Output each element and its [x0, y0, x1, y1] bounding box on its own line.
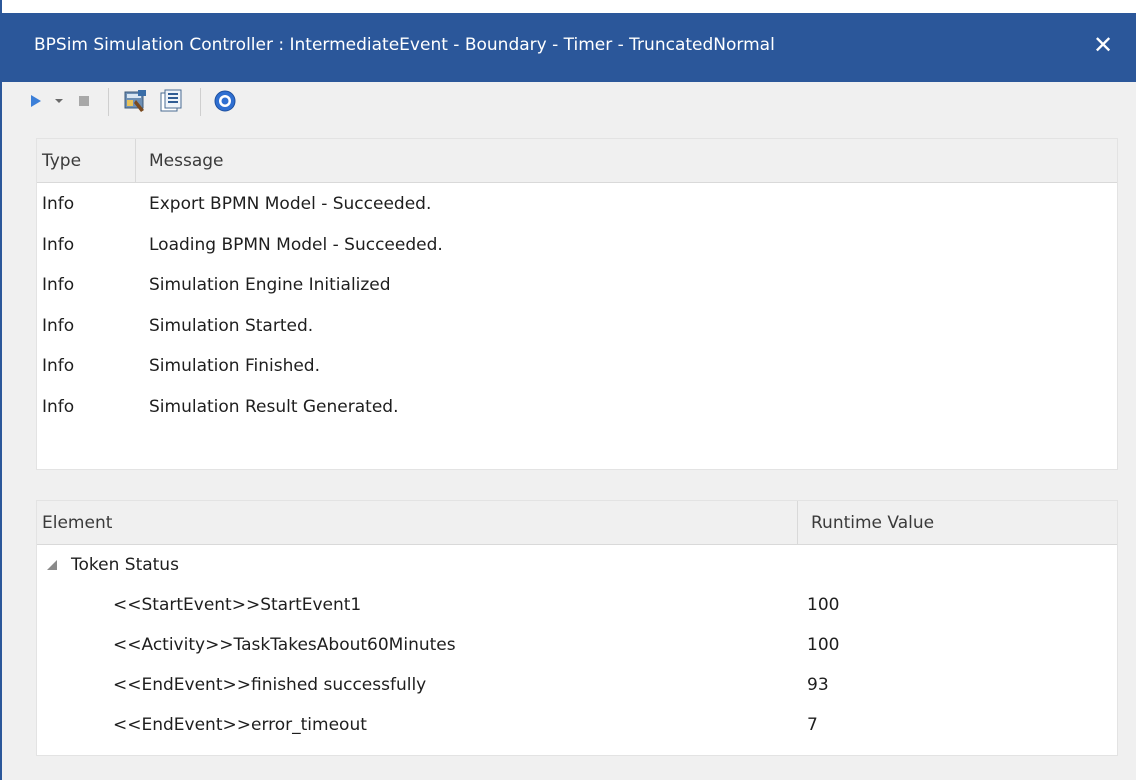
results-tree: Token Status <<StartEvent>>StartEvent1 1…: [37, 545, 1117, 745]
table-row[interactable]: <<StartEvent>>StartEvent1 100: [37, 585, 1117, 625]
element-name: <<Activity>>TaskTakesAbout60Minutes: [113, 635, 456, 655]
group-label: Token Status: [71, 555, 179, 575]
toolbar-separator: [108, 88, 109, 116]
messages-list: Info Export BPMN Model - Succeeded. Info…: [37, 183, 1117, 427]
column-header-runtime-value[interactable]: Runtime Value: [811, 501, 934, 545]
list-item[interactable]: Info Simulation Finished.: [37, 346, 1117, 387]
play-icon[interactable]: [24, 86, 48, 116]
column-header-type[interactable]: Type: [42, 139, 81, 183]
column-divider[interactable]: [135, 139, 136, 183]
stop-icon[interactable]: [72, 86, 96, 116]
message-type: Info: [42, 275, 75, 295]
element-name: <<StartEvent>>StartEvent1: [113, 595, 362, 615]
runtime-value: 93: [807, 675, 829, 695]
column-header-message[interactable]: Message: [149, 139, 224, 183]
runtime-value: 7: [807, 715, 818, 735]
runtime-value: 100: [807, 595, 840, 615]
chevron-down-icon[interactable]: [50, 86, 68, 116]
element-name: <<EndEvent>>finished successfully: [113, 675, 427, 695]
message-type: Info: [42, 315, 75, 336]
table-row[interactable]: <<Activity>>TaskTakesAbout60Minutes 100: [37, 625, 1117, 665]
message-type: Info: [42, 234, 75, 255]
message-text: Simulation Finished.: [149, 356, 321, 376]
list-item[interactable]: Info Simulation Engine Initialized: [37, 265, 1117, 306]
close-icon[interactable]: ✕: [1088, 30, 1118, 60]
column-divider[interactable]: [797, 501, 798, 545]
window-title: BPSim Simulation Controller : Intermedia…: [34, 35, 775, 55]
tree-group-token-status[interactable]: Token Status: [37, 545, 1117, 585]
message-type: Info: [42, 396, 75, 417]
results-icon[interactable]: [156, 86, 186, 116]
element-name: <<EndEvent>>error_timeout: [113, 715, 367, 735]
expanded-triangle-icon[interactable]: [47, 560, 57, 570]
table-row[interactable]: <<EndEvent>>error_timeout 7: [37, 705, 1117, 745]
list-item[interactable]: Info Loading BPMN Model - Succeeded.: [37, 225, 1117, 266]
messages-panel: Type Message Info Export BPMN Model - Su…: [36, 138, 1118, 470]
table-row[interactable]: <<EndEvent>>finished successfully 93: [37, 665, 1117, 705]
message-text: Loading BPMN Model - Succeeded.: [149, 234, 443, 255]
simulation-controller-window: BPSim Simulation Controller : Intermedia…: [0, 0, 1136, 780]
list-item[interactable]: Info Simulation Result Generated.: [37, 387, 1117, 428]
toolbar: [4, 82, 1136, 122]
help-icon[interactable]: [210, 86, 240, 116]
message-text: Simulation Result Generated.: [149, 396, 399, 417]
title-bar[interactable]: BPSim Simulation Controller : Intermedia…: [2, 0, 1136, 82]
results-header: Element Runtime Value: [37, 501, 1117, 545]
configure-icon[interactable]: [120, 86, 150, 116]
message-text: Simulation Engine Initialized: [149, 275, 391, 295]
runtime-value: 100: [807, 635, 840, 655]
list-item[interactable]: Info Export BPMN Model - Succeeded.: [37, 184, 1117, 225]
message-text: Export BPMN Model - Succeeded.: [149, 194, 432, 214]
toolbar-separator: [200, 88, 201, 116]
message-type: Info: [42, 356, 75, 376]
message-type: Info: [42, 194, 75, 214]
results-panel: Element Runtime Value Token Status <<Sta…: [36, 500, 1118, 756]
messages-header: Type Message: [37, 139, 1117, 183]
message-text: Simulation Started.: [149, 315, 314, 336]
list-item[interactable]: Info Simulation Started.: [37, 306, 1117, 347]
titlebar-top-strip: [2, 0, 1136, 13]
column-header-element[interactable]: Element: [42, 501, 112, 545]
